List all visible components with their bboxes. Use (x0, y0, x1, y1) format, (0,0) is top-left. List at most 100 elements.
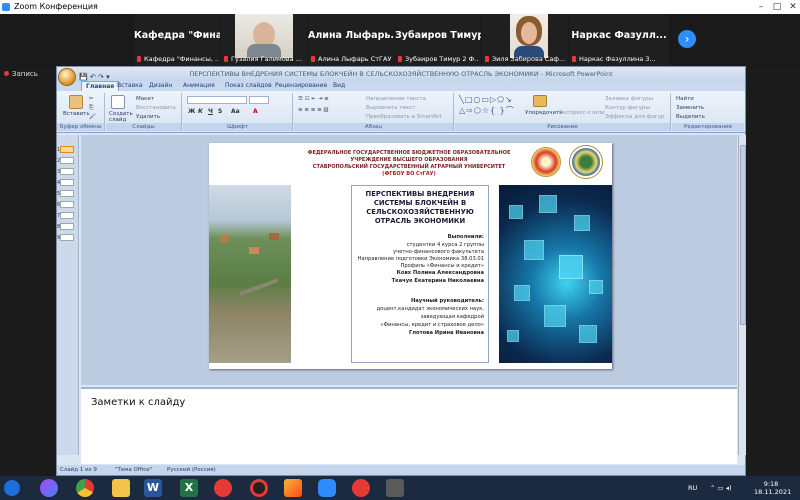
copy-icon[interactable]: ⎘ (89, 105, 93, 112)
quick-styles-button[interactable]: Экспресс-стили (559, 110, 605, 116)
arrange-icon[interactable] (533, 95, 547, 107)
zoom-window-title: Zoom Конференция (14, 2, 98, 11)
participant-tile[interactable]: Наркас Фазулл... Наркас Фазуллина З... (569, 14, 669, 66)
keyboard-language[interactable]: RU (688, 484, 697, 492)
slide-thumbnail[interactable] (60, 179, 74, 186)
text-color-icon[interactable]: А (253, 108, 258, 115)
slide-thumbnail[interactable] (60, 201, 74, 208)
vertical-scrollbar[interactable] (738, 135, 746, 455)
paste-icon[interactable] (69, 95, 83, 109)
align-text-button[interactable]: Выровнять текст (366, 105, 415, 111)
tab-view[interactable]: Вид (329, 81, 349, 91)
clock-time: 9:18 (763, 480, 779, 488)
font-name-input[interactable] (187, 96, 247, 104)
slide-thumbnail[interactable] (60, 168, 74, 175)
clipboard-group-label: Буфер обмена (57, 123, 104, 131)
tab-review[interactable]: Рецензирование (271, 81, 331, 91)
zoom-taskbar-icon[interactable] (318, 479, 336, 497)
app-icon[interactable] (386, 479, 404, 497)
student-name: Ткачук Екатерина Николаевна (391, 278, 484, 284)
close-icon[interactable]: ✕ (786, 0, 800, 14)
shape-effects-button[interactable]: Эффекты для фигур (605, 114, 665, 120)
participant-tile[interactable]: Алина Лыфарь... Алина Лыфарь СтГАУ (308, 14, 394, 66)
bullets-icon[interactable]: ☰ ☷ ⇤ ⇥ ≡ (298, 96, 329, 102)
participant-tile[interactable]: Зубаиров Тимур... Зубаиров Тимур 2 Ф... (395, 14, 481, 66)
replace-button[interactable]: Заменить (676, 105, 704, 111)
current-slide[interactable]: ФЕДЕРАЛЬНОЕ ГОСУДАРСТВЕННОЕ БЮДЖЕТНОЕ ОБ… (209, 143, 612, 369)
yandex-browser-icon[interactable] (214, 479, 232, 497)
notes-placeholder: Заметки к слайду (91, 397, 186, 408)
format-painter-icon[interactable]: 🖌 (89, 114, 96, 120)
excel-icon[interactable]: X (180, 479, 198, 497)
participant-tile-video[interactable]: Гузалия Галимова ... (221, 14, 307, 66)
student-info-line: студентки 4 курса 2 группы (406, 242, 484, 248)
smartart-button[interactable]: Преобразовать в SmartArt (366, 114, 442, 120)
participant-tile[interactable]: Кафедра "Фина... Кафедра "Финансы, ... (134, 14, 220, 66)
powerpoint-taskbar-icon[interactable] (284, 479, 302, 497)
institution-header: ФЕДЕРАЛЬНОЕ ГОСУДАРСТВЕННОЕ БЮДЖЕТНОЕ ОБ… (289, 150, 529, 178)
participant-name: Алина Лыфарь... (308, 30, 394, 41)
tray-icons[interactable]: ⌃ ▭ ◂) (710, 484, 732, 492)
new-slide-icon[interactable] (111, 95, 125, 109)
folder-icon[interactable] (112, 479, 130, 497)
tab-insert[interactable]: Вставка (113, 81, 146, 91)
layout-button[interactable]: Макет (136, 96, 154, 102)
slide-thumbnail[interactable] (60, 234, 74, 241)
reset-button[interactable]: Восстановить (136, 105, 176, 111)
arrange-button[interactable]: Упорядочить (525, 110, 563, 116)
shape-fill-button[interactable]: Заливка фигуры (605, 96, 653, 102)
text-direction-button[interactable]: Направление текста (366, 96, 426, 102)
tab-design[interactable]: Дизайн (145, 81, 176, 91)
language-indicator[interactable]: Русский (Россия) (167, 465, 216, 475)
participant-video (510, 14, 548, 58)
participant-label: Алина Лыфарь СтГАУ (311, 55, 392, 63)
bold-button[interactable]: Ж (188, 108, 195, 115)
alice-icon[interactable] (40, 479, 58, 497)
slide-thumbnail[interactable] (60, 212, 74, 219)
office-button[interactable] (58, 68, 76, 86)
title-textbox[interactable]: ПЕРСПЕКТИВЫ ВНЕДРЕНИЯ СИСТЕМЫ БЛОКЧЕЙН В… (351, 185, 489, 363)
italic-button[interactable]: К (198, 108, 203, 115)
tab-slideshow[interactable]: Показ слайдов (221, 81, 276, 91)
shapes-gallery-row2[interactable]: △⇨⬡☆{ }⌒ (459, 105, 515, 116)
slide-thumbnail[interactable] (60, 223, 74, 230)
media-player-icon[interactable] (250, 479, 268, 497)
blockchain-cubes-image (499, 185, 612, 363)
clock[interactable]: 9:18 18.11.2021 (754, 480, 792, 496)
word-icon[interactable]: W (144, 479, 162, 497)
yandex-icon[interactable] (352, 479, 370, 497)
strikethrough-button[interactable]: S (218, 108, 222, 115)
ribbon: Вставить ✂ ⎘ 🖌 Буфер обмена Создать слай… (57, 91, 745, 133)
maximize-icon[interactable]: □ (770, 0, 784, 14)
clock-date: 18.11.2021 (754, 488, 792, 496)
paste-button[interactable]: Вставить (63, 111, 90, 117)
start-button-icon[interactable] (4, 480, 20, 496)
slide-thumbnail[interactable] (60, 157, 74, 164)
delete-button[interactable]: Удалить (136, 114, 160, 120)
presentation-title: ПЕРСПЕКТИВЫ ВНЕДРЕНИЯ СИСТЕМЫ БЛОКЧЕЙН В… (365, 190, 475, 225)
select-button[interactable]: Выделить (676, 114, 705, 120)
institution-line: СТАВРОПОЛЬСКИЙ ГОСУДАРСТВЕННЫЙ АГРАРНЫЙ … (312, 164, 506, 170)
font-size-input[interactable] (249, 96, 269, 104)
drawing-group-label: Рисование (455, 123, 670, 131)
chrome-icon[interactable] (76, 479, 94, 497)
slides-group-label: Слайды (106, 123, 181, 131)
next-participants-button[interactable]: › (678, 30, 696, 48)
ribbon-tabs: Главная Вставка Дизайн Анимация Показ сл… (57, 81, 745, 91)
shapes-gallery[interactable]: ╲□○▭▷⬠↘ (459, 95, 513, 104)
cut-icon[interactable]: ✂ (89, 96, 94, 102)
student-info-line: Профиль «Финансы и кредит» (400, 263, 484, 269)
new-slide-button[interactable]: Создать слайд (109, 111, 133, 123)
shape-outline-button[interactable]: Контур фигуры (605, 105, 650, 111)
find-button[interactable]: Найти (676, 96, 694, 102)
participant-tile-video[interactable]: Зиля Забирова Саф... (482, 14, 568, 66)
tab-animation[interactable]: Анимация (179, 81, 219, 91)
notes-pane[interactable]: Заметки к слайду (81, 387, 737, 464)
underline-button[interactable]: Ч (208, 108, 213, 115)
font-color-button[interactable]: Аа (231, 108, 240, 115)
minimize-icon[interactable]: – (754, 0, 768, 14)
slide-thumbnail[interactable] (60, 190, 74, 197)
participant-label: Зубаиров Тимур 2 Ф... (398, 55, 479, 63)
align-icons[interactable]: ≡ ≡ ≡ ≡ ▥ (298, 107, 329, 113)
slide-thumbnail[interactable] (60, 146, 74, 153)
